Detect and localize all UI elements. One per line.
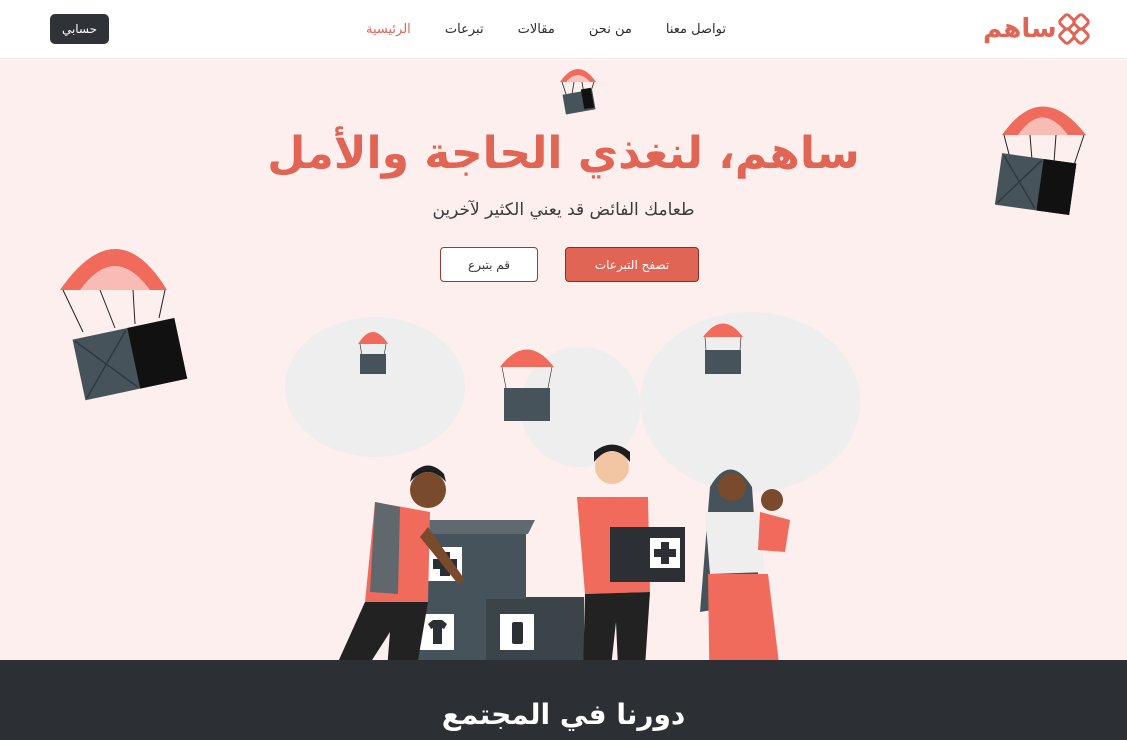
logo-mark-icon — [1058, 13, 1090, 45]
hero-illustration — [285, 312, 860, 660]
nav-link-about[interactable]: من نحن — [589, 22, 632, 37]
browse-donations-button[interactable]: تصفح التبرعات — [565, 247, 699, 282]
site-logo[interactable]: ساهم — [983, 10, 1091, 48]
donate-button[interactable]: قم بتبرع — [440, 247, 538, 282]
nav-link-home[interactable]: الرئيسية — [366, 22, 411, 37]
hero-title: ساهم، لنغذي الحاجة والأمل — [267, 128, 860, 179]
parachute-icon — [560, 69, 596, 115]
parachute-icon — [60, 249, 188, 401]
top-navbar: حسابي الرئيسية تبرعات مقالات من نحن تواص… — [0, 0, 1127, 59]
section-title: دورنا في المجتمع — [441, 698, 686, 731]
main-nav: الرئيسية تبرعات مقالات من نحن تواصل معنا — [366, 0, 726, 59]
hero-subtitle: طعامك الفائض قد يعني الكثير لآخرين — [432, 200, 695, 220]
nav-link-donations[interactable]: تبرعات — [445, 22, 484, 37]
logo-text: ساهم — [983, 14, 1058, 44]
community-section: دورنا في المجتمع — [0, 660, 1127, 740]
nav-link-articles[interactable]: مقالات — [518, 22, 555, 37]
nav-link-contact[interactable]: تواصل معنا — [666, 22, 726, 37]
hero-section: ساهم، لنغذي الحاجة والأمل طعامك الفائض ق… — [0, 60, 1127, 660]
bottle-icon — [512, 622, 523, 644]
account-button[interactable]: حسابي — [50, 14, 109, 44]
